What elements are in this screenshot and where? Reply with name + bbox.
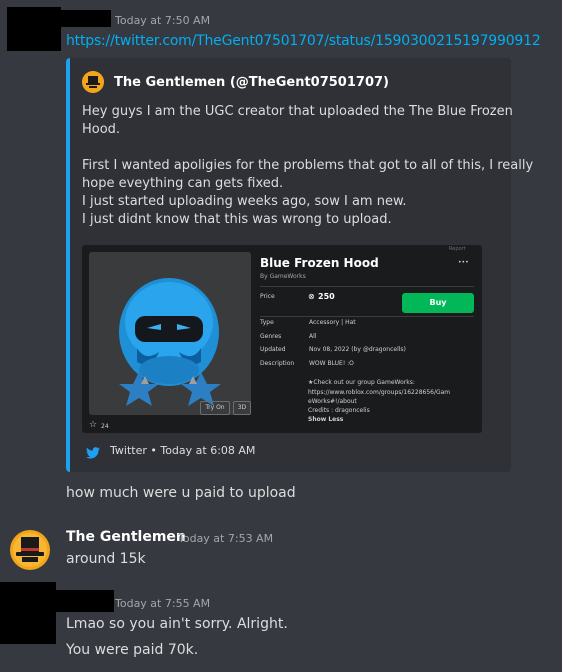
embed-footer: Twitter • Today at 6:08 AM [110, 444, 256, 457]
price-label: Price [260, 293, 275, 300]
description-link[interactable]: https://www.roblox.com/groups/16228656/G… [308, 389, 450, 396]
hood-image [119, 278, 221, 406]
redacted-username [61, 10, 111, 27]
favorite-count: 24 [101, 423, 109, 430]
redacted-avatar [0, 582, 56, 644]
message-text: around 15k [66, 551, 146, 567]
redacted-avatar [7, 7, 61, 51]
message-text: You were paid 70k. [66, 642, 199, 658]
description-line: Credits : dragoncelis [308, 407, 370, 414]
embed-author[interactable]: The Gentlemen (@TheGent07501707) [114, 75, 389, 90]
message-timestamp: Today at 7:50 AM [115, 14, 211, 27]
embed-line: First I wanted apoligies for the problem… [82, 158, 534, 173]
report-label[interactable]: Report [449, 246, 466, 252]
embed-description: Hey guys I am the UGC creator that uploa… [82, 103, 534, 229]
embed-line: hope eveything can gets fixed. [82, 176, 284, 191]
genres-label: Genres [260, 333, 282, 340]
type-label: Type [260, 319, 274, 326]
description-value: WOW BLUE! :O [309, 360, 354, 367]
top-hat-avatar-icon [10, 530, 50, 570]
favorite-star-icon[interactable]: ☆ [89, 420, 97, 430]
embed-line: I just started uploading weeks ago, sow … [82, 194, 407, 209]
description-link[interactable]: eWorks#!/about [308, 398, 357, 405]
message-timestamp: Today at 7:55 AM [115, 597, 211, 610]
embed-line: Hey guys I am the UGC creator that uploa… [82, 104, 513, 119]
message-text: how much were u paid to upload [66, 485, 296, 501]
embed-line: Hood. [82, 122, 121, 137]
redacted-username [56, 590, 114, 612]
show-less-link[interactable]: Show Less [308, 416, 343, 423]
description-label: Description [260, 360, 295, 367]
buy-button[interactable]: Buy [402, 293, 474, 313]
embed-line [82, 139, 502, 157]
divider [260, 286, 474, 287]
embed-line: I just didnt know that this was wrong to… [82, 212, 392, 227]
genres-value: All [309, 333, 317, 340]
tweet-link[interactable]: https://twitter.com/TheGent07501707/stat… [66, 33, 541, 49]
price-value: 250 [318, 292, 335, 301]
twitter-bird-icon [86, 444, 100, 463]
updated-value: Nov 08, 2022 (by @dragoncells) [309, 346, 406, 353]
item-title: Blue Frozen Hood [260, 256, 379, 270]
more-options-icon[interactable]: ••• [458, 259, 469, 266]
description-line: ★Check out our group GameWorks: [308, 379, 415, 386]
divider [260, 316, 474, 317]
item-preview [89, 252, 251, 415]
author-avatar[interactable] [82, 71, 104, 93]
message-timestamp: Today at 7:53 AM [178, 532, 274, 545]
type-value: Accessory | Hat [309, 319, 356, 326]
username[interactable]: The Gentlemen [66, 529, 186, 545]
try-on-button[interactable]: Try On [200, 401, 230, 415]
avatar[interactable] [10, 530, 50, 570]
message-text: Lmao so you ain't sorry. Alright. [66, 616, 288, 632]
updated-label: Updated [260, 346, 286, 353]
robux-icon: ⊗ [308, 292, 315, 301]
3d-button[interactable]: 3D [233, 401, 251, 415]
item-creator[interactable]: By GameWorks [260, 273, 306, 280]
